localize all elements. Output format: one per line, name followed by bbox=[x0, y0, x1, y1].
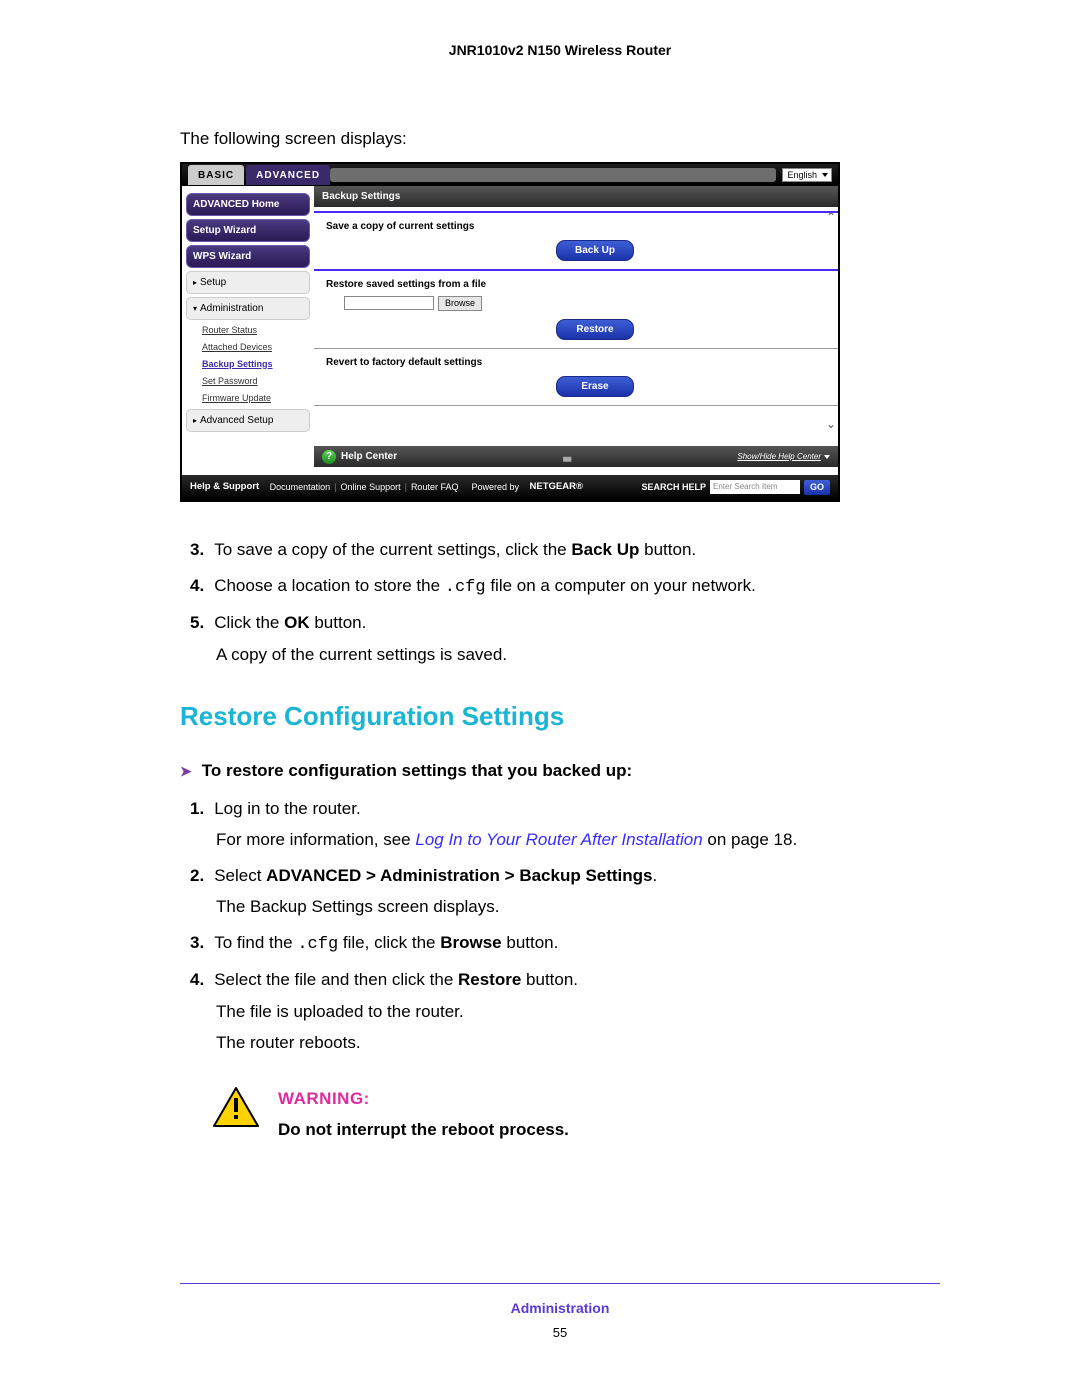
page-footer: Administration 55 bbox=[180, 1283, 940, 1343]
help-icon: ? bbox=[322, 450, 336, 464]
top-step-5: 5.Click the OK button. A copy of the cur… bbox=[180, 610, 940, 667]
nav-advanced-setup[interactable]: ▸Advanced Setup bbox=[186, 409, 310, 432]
help-center-bar[interactable]: ? Help Center ▃ Show/Hide Help Center bbox=[314, 446, 838, 467]
nav-setup[interactable]: ▸Setup bbox=[186, 271, 310, 294]
restore-heading: Restore Configuration Settings bbox=[180, 697, 940, 736]
link-login-after-install[interactable]: Log In to Your Router After Installation bbox=[415, 830, 702, 849]
sidebar: ADVANCED Home Setup Wizard WPS Wizard ▸S… bbox=[182, 186, 314, 475]
show-hide-help[interactable]: Show/Hide Help Center bbox=[737, 451, 830, 463]
search-help-label: SEARCH HELP bbox=[641, 481, 706, 495]
restore-step-2: 2.Select ADVANCED > Administration > Bac… bbox=[180, 863, 940, 920]
backup-button[interactable]: Back Up bbox=[556, 240, 634, 261]
link-online-support[interactable]: Online Support bbox=[341, 481, 401, 495]
intro-text: The following screen displays: bbox=[180, 126, 940, 152]
procedure-title: ➤To restore configuration settings that … bbox=[180, 758, 940, 784]
erase-button[interactable]: Erase bbox=[556, 376, 634, 397]
help-center-handle-icon[interactable]: ▃ bbox=[397, 449, 737, 464]
arrow-icon: ➤ bbox=[180, 763, 192, 779]
link-documentation[interactable]: Documentation bbox=[270, 481, 331, 495]
router-footer: Help & Support Documentation | Online Su… bbox=[182, 475, 838, 501]
link-router-faq[interactable]: Router FAQ bbox=[411, 481, 459, 495]
browse-button[interactable]: Browse bbox=[438, 296, 482, 312]
warning-block: WARNING: Do not interrupt the reboot pro… bbox=[212, 1086, 940, 1143]
save-label: Save a copy of current settings bbox=[326, 219, 826, 234]
top-step-3: 3.To save a copy of the current settings… bbox=[180, 537, 940, 563]
footer-page-number: 55 bbox=[180, 1323, 940, 1343]
search-input[interactable]: Enter Search Item bbox=[710, 480, 800, 494]
help-center-label: Help Center bbox=[341, 449, 397, 464]
scroll-down-icon[interactable]: ⌄ bbox=[826, 415, 836, 433]
topbar-spacer bbox=[330, 168, 776, 182]
language-select[interactable]: English bbox=[782, 168, 832, 182]
nav-administration[interactable]: ▾Administration bbox=[186, 297, 310, 320]
warning-message: Do not interrupt the reboot process. bbox=[278, 1117, 569, 1143]
nav-wps-wizard[interactable]: WPS Wizard bbox=[186, 245, 310, 268]
revert-label: Revert to factory default settings bbox=[326, 355, 826, 370]
warning-label: WARNING: bbox=[278, 1086, 569, 1112]
restore-step-3: 3.To find the .cfg file, click the Brows… bbox=[180, 930, 940, 958]
restore-step-1: 1.Log in to the router. For more informa… bbox=[180, 796, 940, 853]
content-title: Backup Settings bbox=[314, 186, 838, 207]
restore-label: Restore saved settings from a file bbox=[326, 277, 826, 292]
nav-administration-label: Administration bbox=[200, 303, 263, 314]
tab-advanced[interactable]: ADVANCED bbox=[246, 165, 330, 185]
restore-step-4: 4.Select the file and then click the Res… bbox=[180, 967, 940, 1056]
nav-set-password[interactable]: Set Password bbox=[186, 374, 310, 389]
powered-by-label: Powered by bbox=[471, 481, 519, 495]
nav-advanced-setup-label: Advanced Setup bbox=[200, 415, 273, 426]
nav-router-status[interactable]: Router Status bbox=[186, 323, 310, 338]
doc-header: JNR1010v2 N150 Wireless Router bbox=[180, 40, 940, 61]
brand-label: NETGEAR® bbox=[530, 480, 583, 494]
nav-attached-devices[interactable]: Attached Devices bbox=[186, 340, 310, 355]
content-pane: Backup Settings Save a copy of current s… bbox=[314, 186, 838, 475]
nav-firmware-update[interactable]: Firmware Update bbox=[186, 391, 310, 406]
go-button[interactable]: GO bbox=[804, 480, 830, 496]
warning-icon bbox=[212, 1086, 260, 1128]
restore-button[interactable]: Restore bbox=[556, 319, 634, 340]
nav-backup-settings[interactable]: Backup Settings bbox=[186, 357, 310, 372]
file-input[interactable] bbox=[344, 296, 434, 310]
top-step-4: 4.Choose a location to store the .cfg fi… bbox=[180, 573, 940, 601]
scroll-up-icon[interactable]: ⌃ bbox=[826, 208, 836, 226]
nav-advanced-home[interactable]: ADVANCED Home bbox=[186, 193, 310, 216]
router-screenshot: BASIC ADVANCED English ADVANCED Home Set… bbox=[180, 162, 840, 503]
footer-section-name: Administration bbox=[180, 1298, 940, 1319]
nav-setup-label: Setup bbox=[200, 277, 226, 288]
tab-basic[interactable]: BASIC bbox=[188, 165, 244, 185]
nav-setup-wizard[interactable]: Setup Wizard bbox=[186, 219, 310, 242]
help-support-label: Help & Support bbox=[190, 480, 259, 494]
